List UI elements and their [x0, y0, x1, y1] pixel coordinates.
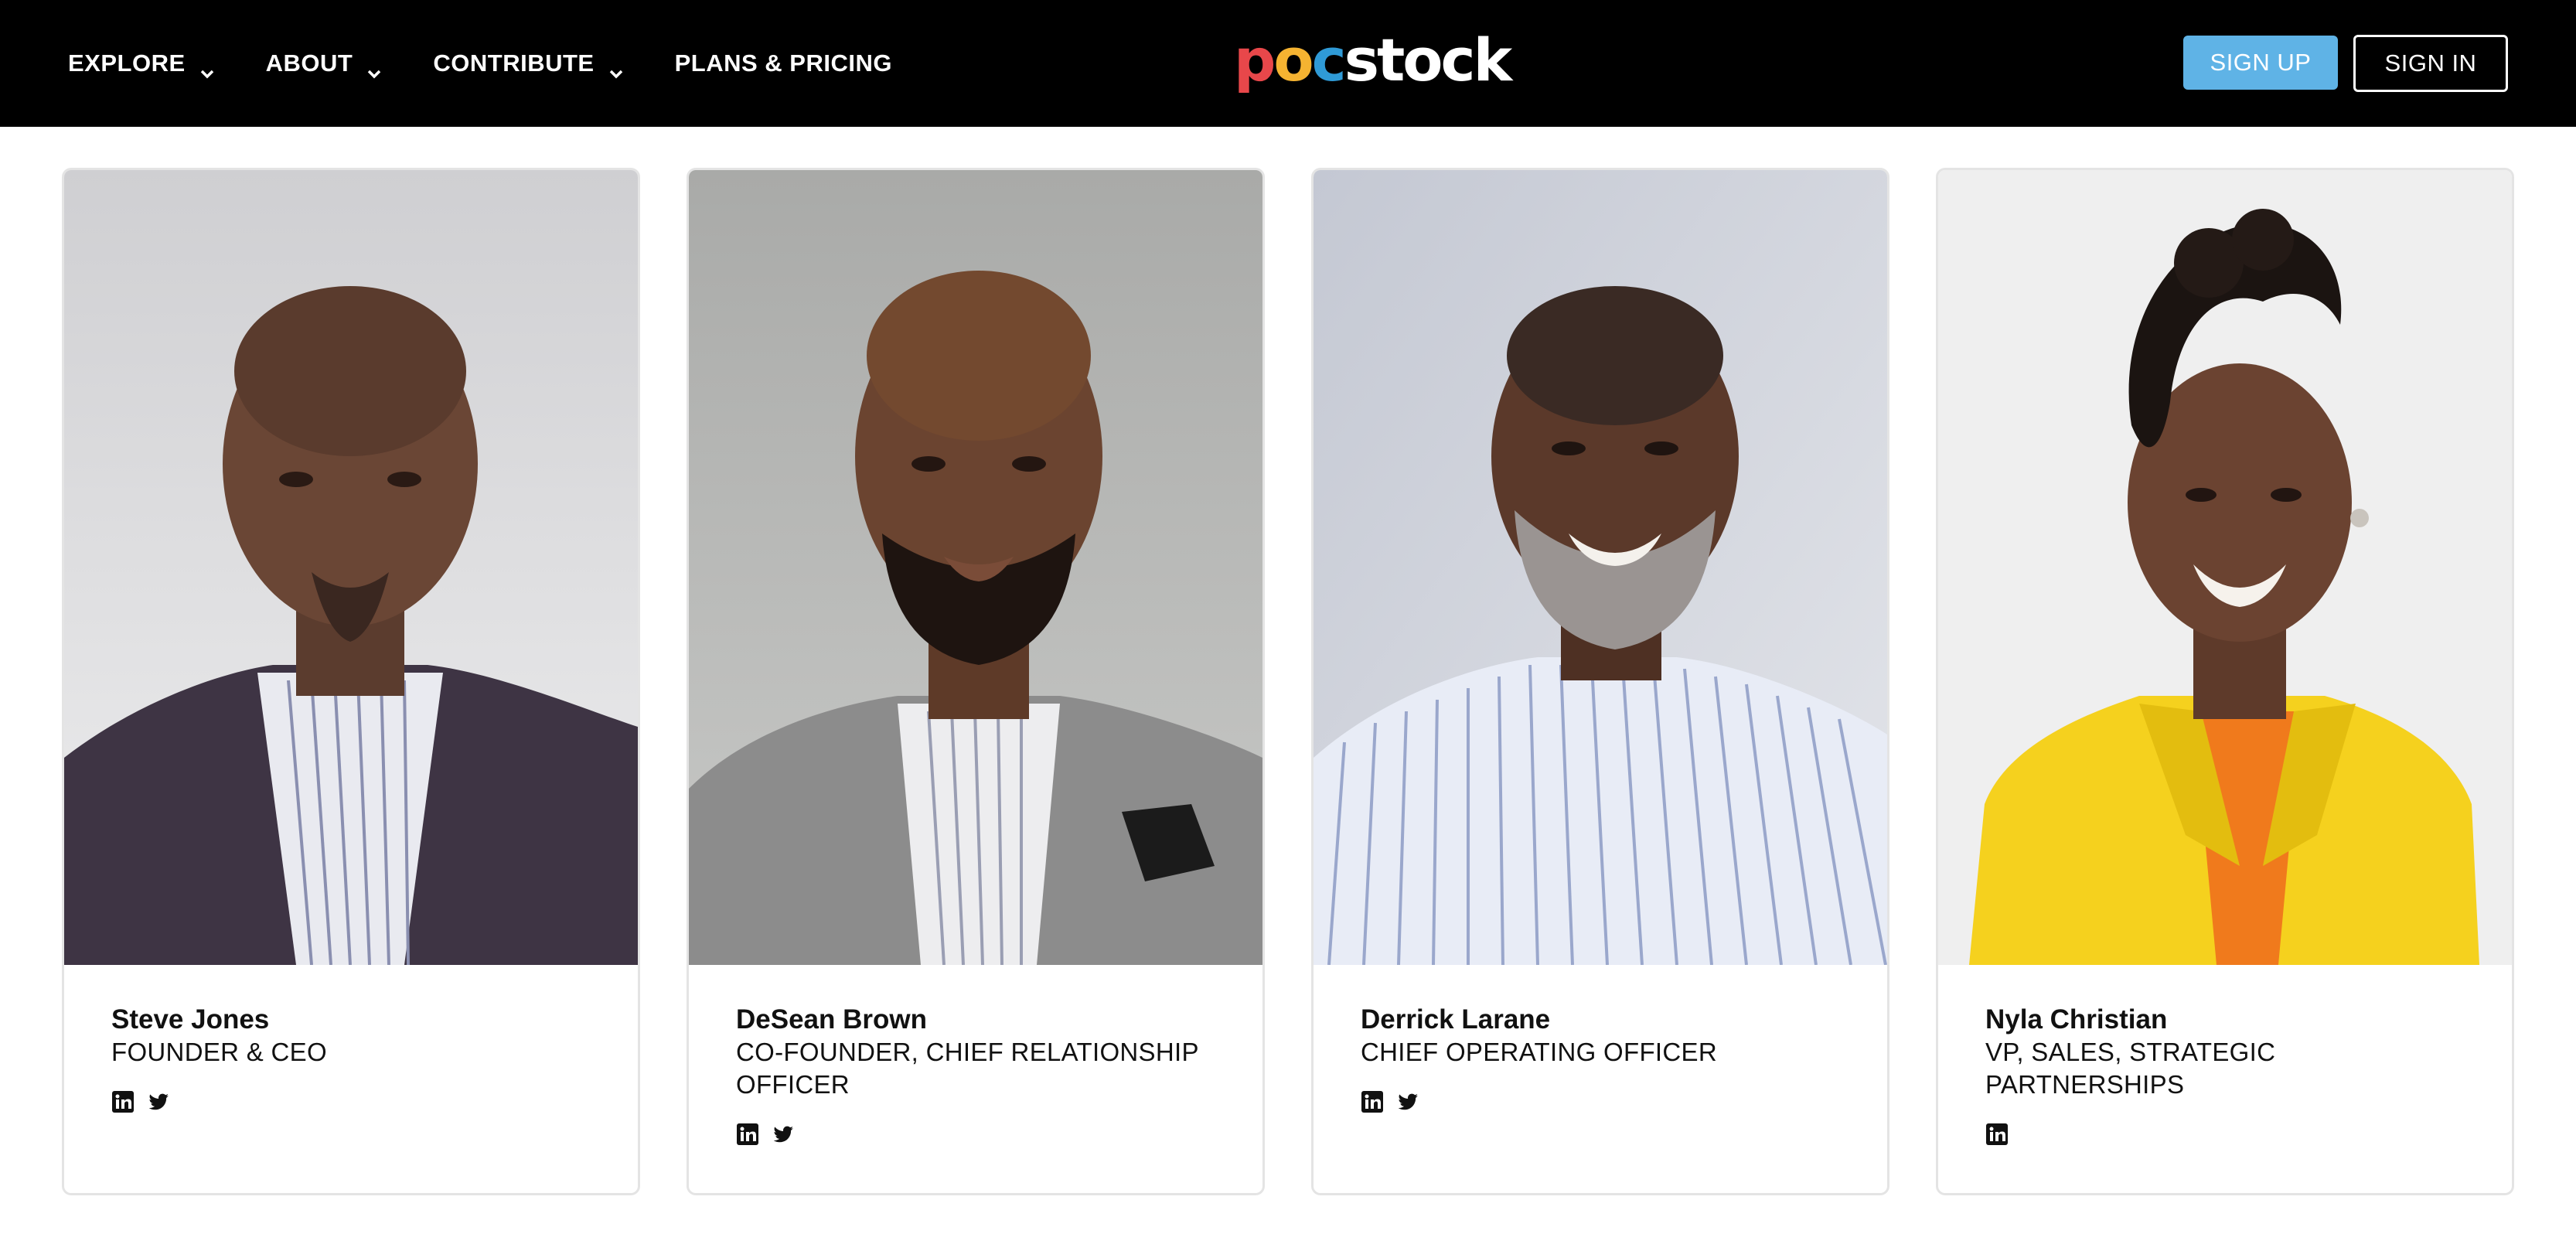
pocstock-logo[interactable]: p o c s t o c k — [1234, 26, 1513, 94]
logo-letter: c — [1311, 26, 1347, 94]
top-navigation-bar: EXPLORE ABOUT CONTRIBUTE PLANS & PRICING… — [0, 0, 2576, 127]
twitter-icon[interactable] — [1396, 1090, 1419, 1113]
team-card: Derrick Larane CHIEF OPERATING OFFICER — [1311, 168, 1889, 1195]
logo-letter: t — [1376, 26, 1405, 94]
linkedin-icon[interactable] — [736, 1123, 759, 1146]
sign-up-button[interactable]: SIGN UP — [2183, 36, 2338, 90]
nav-explore[interactable]: EXPLORE — [68, 49, 215, 79]
team-member-role: FOUNDER & CEO — [111, 1038, 327, 1066]
team-card: DeSean Brown CO-FOUNDER, CHIEF RELATIONS… — [687, 168, 1265, 1195]
team-member-role: CO-FOUNDER, CHIEF RELATIONSHIP — [736, 1038, 1199, 1066]
logo-letter: o — [1402, 26, 1443, 94]
logo-letter: c — [1440, 26, 1476, 94]
twitter-icon[interactable] — [147, 1090, 170, 1113]
team-card: Nyla Christian VP, SALES, STRATEGIC PART… — [1936, 168, 2514, 1195]
team-member-photo — [1314, 170, 1887, 965]
social-links — [1985, 1123, 2480, 1146]
social-links — [1361, 1090, 1855, 1113]
team-member-photo — [1938, 170, 2512, 965]
team-member-role: PARTNERSHIPS — [1985, 1070, 2185, 1099]
logo-letter: o — [1273, 26, 1314, 94]
linkedin-icon[interactable] — [1985, 1123, 2009, 1146]
nav-plans-pricing[interactable]: PLANS & PRICING — [675, 49, 892, 77]
team-member-role: VP, SALES, STRATEGIC — [1985, 1038, 2276, 1066]
logo-letter: p — [1234, 26, 1276, 94]
team-member-role: OFFICER — [736, 1070, 850, 1099]
team-member-info: Derrick Larane CHIEF OPERATING OFFICER — [1361, 1004, 1855, 1113]
team-member-name: Derrick Larane — [1361, 1004, 1551, 1035]
nav-explore-label: EXPLORE — [68, 49, 186, 77]
chevron-down-icon — [608, 58, 624, 79]
sign-in-button[interactable]: SIGN IN — [2353, 35, 2508, 92]
logo-letter: s — [1344, 26, 1379, 94]
nav-contribute[interactable]: CONTRIBUTE — [433, 49, 624, 79]
social-links — [111, 1090, 606, 1113]
logo-letter: k — [1473, 26, 1513, 94]
team-member-photo — [689, 170, 1262, 965]
team-member-info: Steve Jones FOUNDER & CEO — [111, 1004, 606, 1113]
team-member-photo — [64, 170, 638, 965]
team-member-name: Steve Jones — [111, 1004, 270, 1035]
nav-plans-pricing-label: PLANS & PRICING — [674, 49, 892, 77]
team-member-info: Nyla Christian VP, SALES, STRATEGIC PART… — [1985, 1004, 2480, 1146]
nav-about[interactable]: ABOUT — [265, 49, 383, 79]
team-member-info: DeSean Brown CO-FOUNDER, CHIEF RELATIONS… — [736, 1004, 1231, 1146]
team-member-role: CHIEF OPERATING OFFICER — [1361, 1038, 1717, 1066]
nav-about-label: ABOUT — [265, 49, 353, 77]
chevron-down-icon — [366, 58, 382, 79]
linkedin-icon[interactable] — [111, 1090, 135, 1113]
social-links — [736, 1123, 1231, 1146]
team-member-name: DeSean Brown — [736, 1004, 927, 1035]
chevron-down-icon — [199, 58, 215, 79]
main-nav: EXPLORE ABOUT CONTRIBUTE PLANS & PRICING — [68, 0, 943, 127]
team-card: Steve Jones FOUNDER & CEO — [62, 168, 640, 1195]
twitter-icon[interactable] — [772, 1123, 795, 1146]
nav-contribute-label: CONTRIBUTE — [433, 49, 595, 77]
linkedin-icon[interactable] — [1361, 1090, 1384, 1113]
team-member-name: Nyla Christian — [1985, 1004, 2168, 1035]
